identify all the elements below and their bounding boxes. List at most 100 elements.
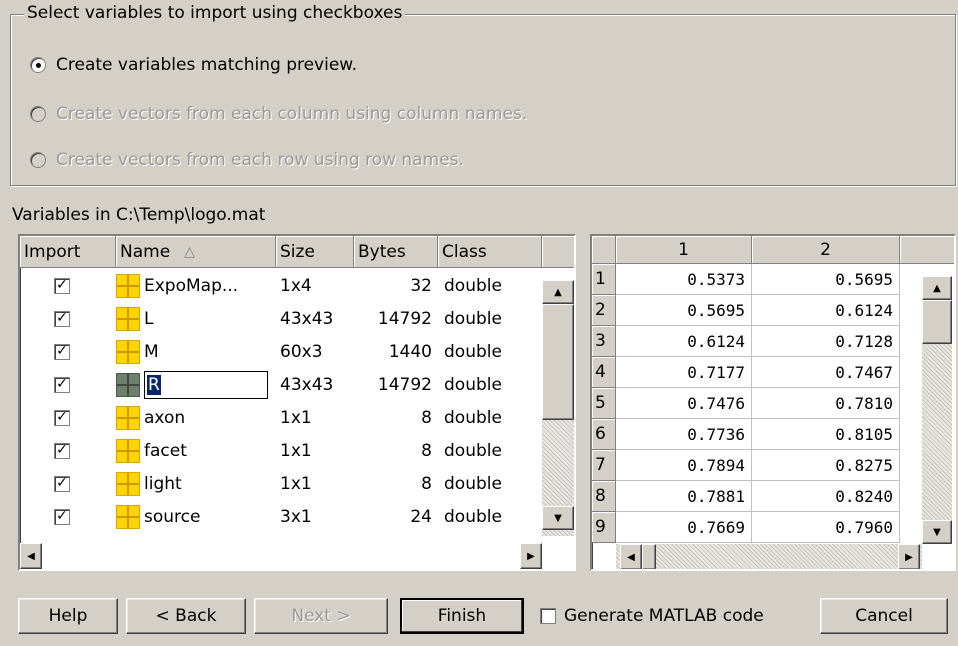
checkbox-icon[interactable]: ✓ xyxy=(54,509,70,525)
checkbox-icon[interactable]: ✓ xyxy=(54,344,70,360)
grid-cell[interactable]: 0.7476 xyxy=(616,388,752,419)
table-row[interactable]: ✓ ExpoMap... 1x4 32 double xyxy=(20,270,542,302)
import-cell[interactable]: ✓ xyxy=(54,435,84,467)
table-row[interactable]: ✓ light 1x1 8 double xyxy=(20,468,542,500)
radio-vectors-from-columns[interactable]: Create vectors from each column using co… xyxy=(30,104,527,124)
grid-row-header[interactable]: 2 xyxy=(592,295,616,326)
name-cell[interactable]: facet xyxy=(116,435,276,467)
grid-vertical-scroll-thumb[interactable] xyxy=(922,300,952,344)
triangle-up-icon: ▲ xyxy=(554,286,562,298)
grid-cell[interactable]: 0.5695 xyxy=(616,295,752,326)
finish-button[interactable]: Finish xyxy=(400,598,524,634)
grid-row-header[interactable]: 6 xyxy=(592,419,616,450)
grid-cell[interactable]: 0.8105 xyxy=(752,419,900,450)
import-cell[interactable]: ✓ xyxy=(54,468,84,500)
radio-button-icon[interactable] xyxy=(30,57,46,73)
name-edit-field[interactable]: R xyxy=(144,371,268,399)
scroll-left-button[interactable]: ◀ xyxy=(20,543,42,569)
checkbox-icon[interactable] xyxy=(540,608,556,624)
grid-row-header[interactable]: 9 xyxy=(592,512,616,543)
grid-cell[interactable]: 0.7894 xyxy=(616,450,752,481)
column-header-name[interactable]: Name △ xyxy=(116,236,276,268)
next-button: Next > xyxy=(254,598,388,634)
table-row[interactable]: ✓ source 3x1 24 double xyxy=(20,501,542,533)
back-button[interactable]: < Back xyxy=(126,598,246,634)
radio-create-variables[interactable]: Create variables matching preview. xyxy=(30,55,357,75)
table-row[interactable]: ✓ L 43x43 14792 double xyxy=(20,303,542,335)
import-cell[interactable]: ✓ xyxy=(54,303,84,335)
grid-cell[interactable]: 0.5373 xyxy=(616,264,752,295)
name-cell[interactable]: source xyxy=(116,501,276,533)
grid-column-header-1[interactable]: 1 xyxy=(616,236,752,264)
table-row[interactable]: ✓ R 43x43 14792 double xyxy=(20,369,542,401)
scroll-right-button[interactable]: ▶ xyxy=(520,543,542,569)
name-cell[interactable]: L xyxy=(116,303,276,335)
import-cell[interactable]: ✓ xyxy=(54,501,84,533)
import-cell[interactable]: ✓ xyxy=(54,336,84,368)
checkbox-icon[interactable]: ✓ xyxy=(54,377,70,393)
grid-cell[interactable]: 0.7810 xyxy=(752,388,900,419)
column-header-import[interactable]: Import xyxy=(20,236,116,268)
grid-row-header[interactable]: 5 xyxy=(592,388,616,419)
checkbox-icon[interactable]: ✓ xyxy=(54,278,70,294)
grid-scroll-left-button[interactable]: ◀ xyxy=(620,544,642,569)
table-row[interactable]: ✓ facet 1x1 8 double xyxy=(20,435,542,467)
generate-code-checkbox[interactable]: Generate MATLAB code xyxy=(540,606,764,626)
grid-cell[interactable]: 0.7467 xyxy=(752,357,900,388)
grid-scroll-up-button[interactable]: ▲ xyxy=(922,276,952,300)
grid-cell[interactable]: 0.7736 xyxy=(616,419,752,450)
grid-row-header[interactable]: 8 xyxy=(592,481,616,512)
bytes-cell: 1440 xyxy=(388,342,432,362)
grid-scroll-down-button[interactable]: ▼ xyxy=(922,520,952,544)
import-cell[interactable]: ✓ xyxy=(54,270,84,302)
column-header-bytes[interactable]: Bytes xyxy=(354,236,438,268)
scroll-up-button[interactable]: ▲ xyxy=(542,280,574,304)
size-cell: 1x1 xyxy=(280,441,312,461)
name-cell[interactable]: M xyxy=(116,336,276,368)
grid-cell[interactable]: 0.7881 xyxy=(616,481,752,512)
scroll-down-button[interactable]: ▼ xyxy=(542,506,574,530)
variable-array-icon xyxy=(116,373,140,397)
cancel-button[interactable]: Cancel xyxy=(820,598,948,634)
column-header-filler xyxy=(542,236,574,268)
grid-row-header[interactable]: 1 xyxy=(592,264,616,295)
help-button[interactable]: Help xyxy=(18,598,118,634)
grid-horizontal-scroll-thumb[interactable] xyxy=(642,544,656,569)
checkbox-icon[interactable]: ✓ xyxy=(54,311,70,327)
name-cell[interactable]: ExpoMap... xyxy=(116,270,276,302)
grid-cell[interactable]: 0.8240 xyxy=(752,481,900,512)
triangle-up-icon: ▲ xyxy=(933,282,941,294)
radio-vectors-from-rows[interactable]: Create vectors from each row using row n… xyxy=(30,150,464,170)
grid-cell[interactable]: 0.7177 xyxy=(616,357,752,388)
grid-cell[interactable]: 0.6124 xyxy=(616,326,752,357)
import-cell[interactable]: ✓ xyxy=(54,369,84,401)
grid-cell[interactable]: 0.7128 xyxy=(752,326,900,357)
grid-horizontal-scrollbar[interactable] xyxy=(616,544,922,569)
grid-cell[interactable]: 0.6124 xyxy=(752,295,900,326)
table-row[interactable]: ✓ axon 1x1 8 double xyxy=(20,402,542,434)
grid-row-header[interactable]: 4 xyxy=(592,357,616,388)
checkbox-icon[interactable]: ✓ xyxy=(54,476,70,492)
grid-cell[interactable]: 0.8275 xyxy=(752,450,900,481)
import-cell[interactable]: ✓ xyxy=(54,402,84,434)
checkbox-icon[interactable]: ✓ xyxy=(54,410,70,426)
preview-grid: 1 2 1 0.5373 0.5695 2 0.5695 0.6124 3 0.… xyxy=(590,234,956,571)
grid-row-header[interactable]: 7 xyxy=(592,450,616,481)
grid-row-header[interactable]: 3 xyxy=(592,326,616,357)
table-row[interactable]: ✓ M 60x3 1440 double xyxy=(20,336,542,368)
grid-cell[interactable]: 0.7669 xyxy=(616,512,752,543)
horizontal-scrollbar[interactable] xyxy=(20,543,542,569)
grid-scroll-right-button[interactable]: ▶ xyxy=(898,544,920,569)
name-cell[interactable]: light xyxy=(116,468,276,500)
grid-cell[interactable]: 0.7960 xyxy=(752,512,900,543)
class-cell: double xyxy=(444,342,502,362)
column-header-size[interactable]: Size xyxy=(276,236,354,268)
column-header-class[interactable]: Class xyxy=(438,236,542,268)
grid-cell[interactable]: 0.5695 xyxy=(752,264,900,295)
name-cell[interactable]: R xyxy=(116,369,276,401)
triangle-down-icon: ▼ xyxy=(554,512,562,524)
vertical-scroll-thumb[interactable] xyxy=(542,304,574,420)
grid-column-header-2[interactable]: 2 xyxy=(752,236,900,264)
name-cell[interactable]: axon xyxy=(116,402,276,434)
checkbox-icon[interactable]: ✓ xyxy=(54,443,70,459)
